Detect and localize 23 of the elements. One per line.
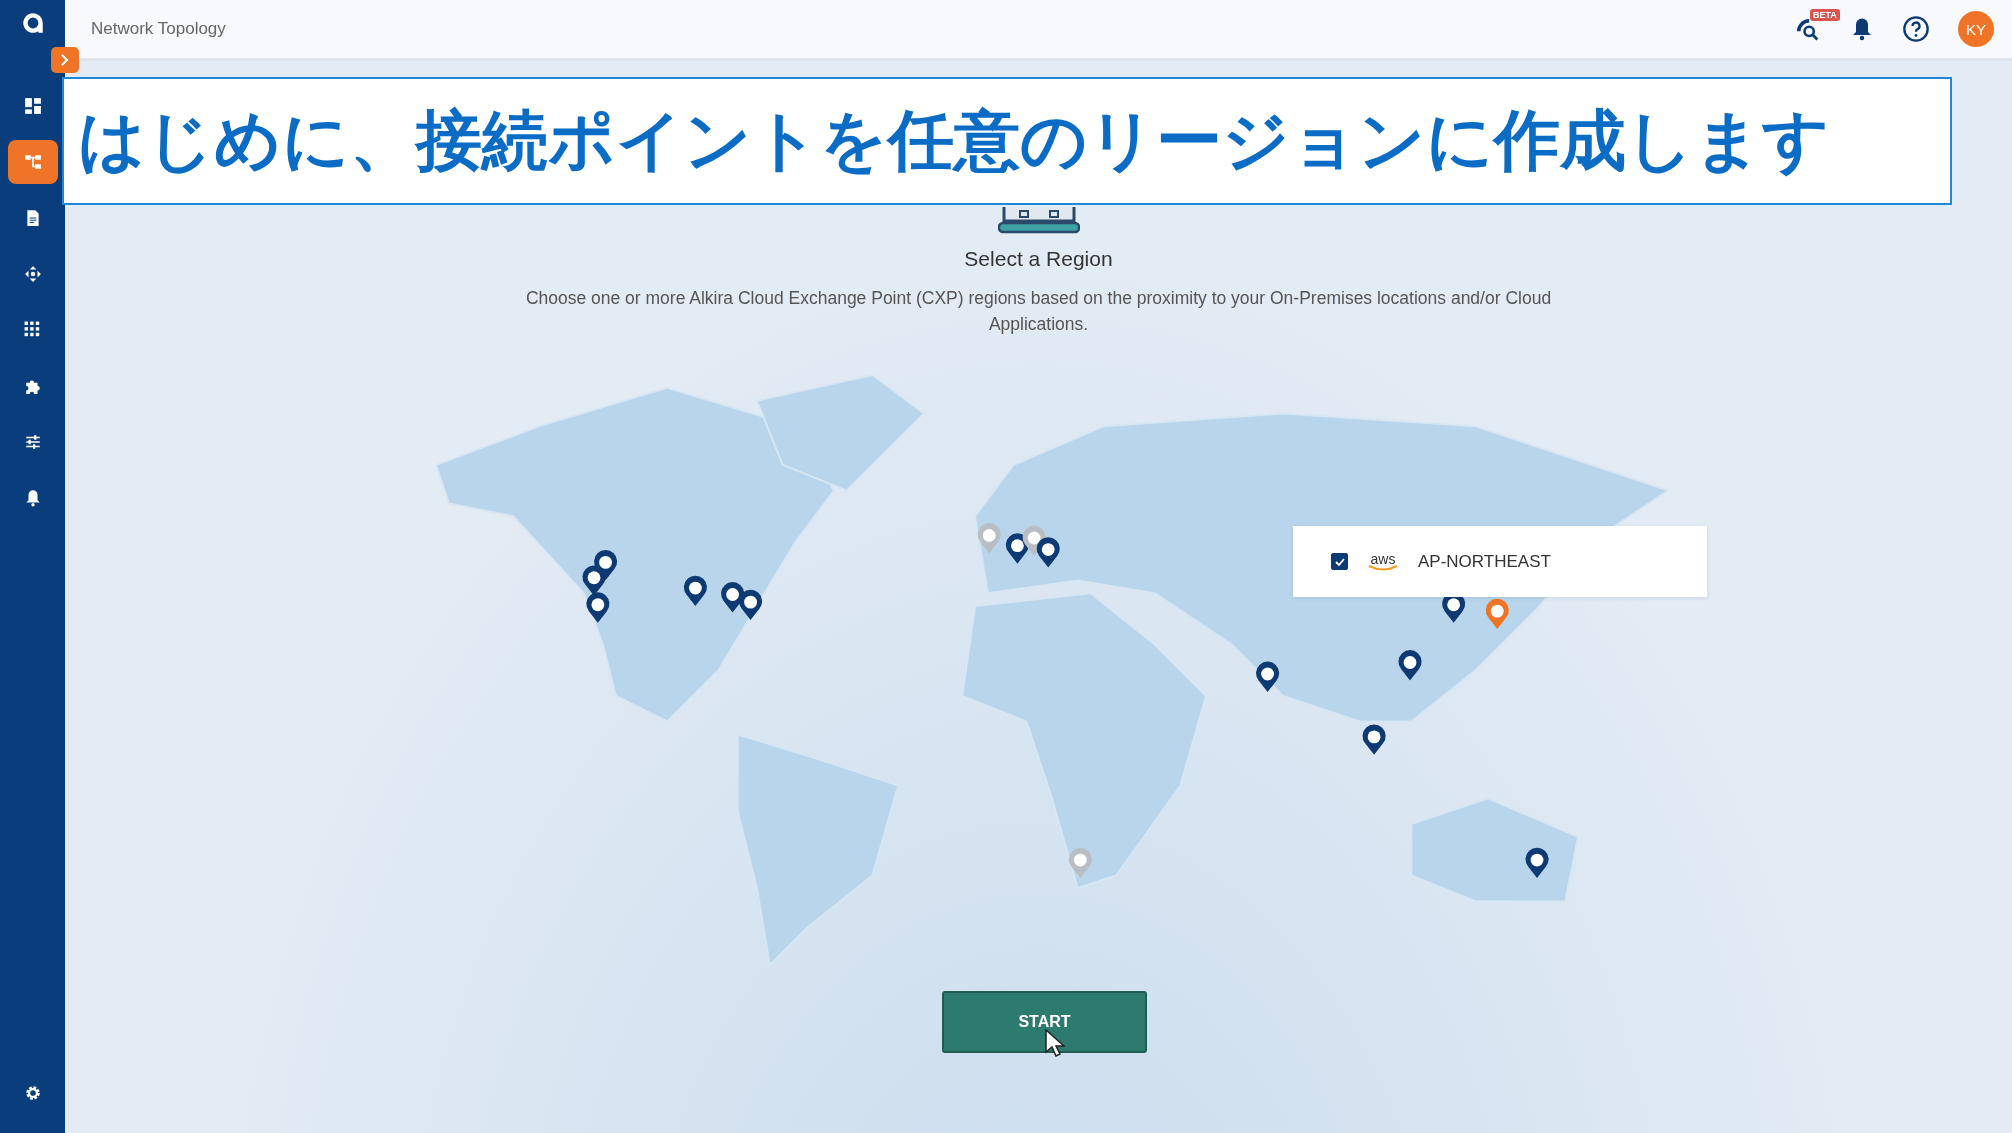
dashboard-icon [23, 97, 42, 115]
help-icon[interactable] [1902, 15, 1930, 43]
start-button[interactable]: START [942, 991, 1147, 1053]
sliders-icon [23, 433, 42, 451]
mouse-cursor-icon [1045, 1029, 1065, 1057]
network-icon [23, 265, 42, 283]
bell-icon [23, 489, 42, 507]
grid-icon [23, 321, 42, 339]
description-text: Choose one or more Alkira Cloud Exchange Point (CXP) regions based on the proximity to your On-Premises locations and/or Cloud Applications. [524, 287, 1553, 336]
region-name: AP-NORTHEAST [1418, 551, 1551, 572]
expand-sidebar-button[interactable] [51, 47, 79, 73]
topology-icon [23, 153, 42, 171]
beta-badge: BETA [1810, 9, 1840, 21]
section-heading: Select a Region [964, 247, 1113, 271]
sidebar-item[interactable] [7, 140, 58, 184]
user-avatar[interactable]: KY [1958, 11, 1994, 47]
page-title: Network Topology [91, 19, 226, 39]
laptop-icon [997, 205, 1080, 235]
region-checkbox[interactable] [1331, 553, 1348, 570]
provider-logo: aws [1368, 552, 1398, 571]
settings-icon [23, 1084, 42, 1102]
chevron-right-icon [60, 53, 70, 67]
caption-banner: はじめに、接続ポイントを任意のリージョンに作成します [62, 77, 1952, 205]
